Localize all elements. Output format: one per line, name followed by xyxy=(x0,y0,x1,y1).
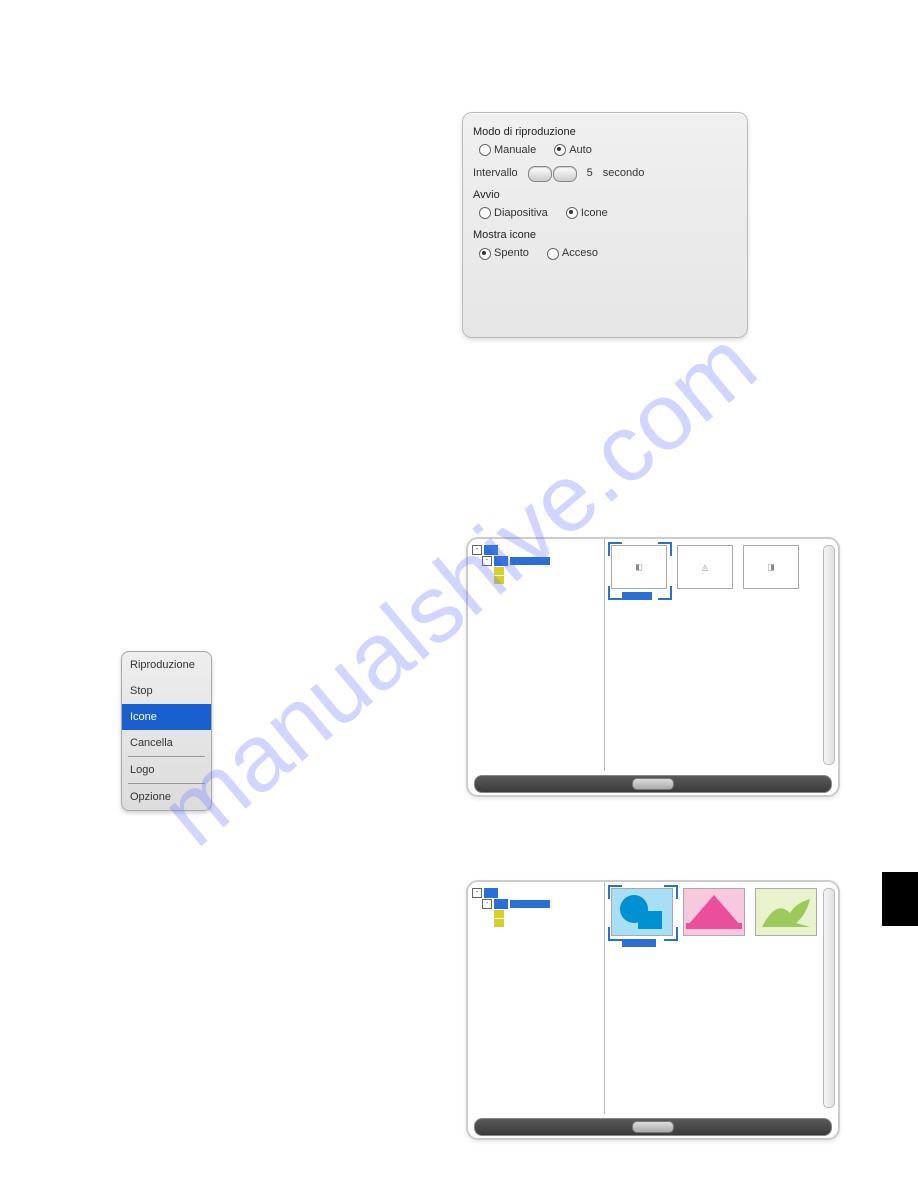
tree-collapse-icon[interactable]: - xyxy=(482,899,492,909)
context-menu: Riproduzione Stop Icone Cancella Logo Op… xyxy=(121,651,212,811)
radio-manual-label: Manuale xyxy=(494,143,536,157)
vertical-scrollbar[interactable] xyxy=(823,888,835,1108)
file-icon xyxy=(494,567,504,575)
scroll-thumb[interactable] xyxy=(632,778,674,790)
placeholder-glyph-icon: ◧ xyxy=(635,563,643,572)
interval-label: Intervallo xyxy=(473,166,518,180)
folder-label-bar xyxy=(510,557,550,565)
radio-manual[interactable]: Manuale xyxy=(479,143,536,157)
radio-on-icon xyxy=(554,144,566,156)
file-icon xyxy=(494,576,504,584)
file-browser-placeholder: - - ◧ ◬ ◨ xyxy=(466,537,840,797)
start-title: Avvio xyxy=(473,188,737,202)
radio-off-icon xyxy=(479,207,491,219)
horizontal-scrollbar[interactable] xyxy=(474,1118,832,1136)
shape-bird-icon xyxy=(756,889,816,935)
radio-slide-label: Diapositiva xyxy=(494,206,548,220)
scroll-thumb[interactable] xyxy=(632,1121,674,1133)
tree-pane: - - xyxy=(468,882,605,1114)
file-icon xyxy=(494,910,504,918)
spin-down-button[interactable] xyxy=(528,166,552,182)
radio-auto[interactable]: Auto xyxy=(554,143,592,157)
radio-off-label: Spento xyxy=(494,246,529,260)
menu-item-logo[interactable]: Logo xyxy=(122,757,211,783)
placeholder-glyph-icon: ◬ xyxy=(702,563,708,572)
folder-label-bar xyxy=(510,900,550,908)
menu-item-delete[interactable]: Cancella xyxy=(122,730,211,756)
thumbnail-item[interactable] xyxy=(611,888,673,936)
document-page: manualshive.com Modo di riproduzione Man… xyxy=(0,0,918,1188)
menu-item-stop[interactable]: Stop xyxy=(122,678,211,704)
vertical-scrollbar[interactable] xyxy=(823,545,835,765)
menu-item-option[interactable]: Opzione xyxy=(122,784,211,810)
thumbs-pane: ◧ ◬ ◨ xyxy=(605,539,838,771)
radio-off-icon xyxy=(547,248,559,260)
playback-mode-title: Modo di riproduzione xyxy=(473,125,737,139)
placeholder-glyph-icon: ◨ xyxy=(767,563,775,572)
tree-collapse-icon[interactable]: - xyxy=(472,545,482,555)
radio-auto-label: Auto xyxy=(569,143,592,157)
thumbs-pane xyxy=(605,882,838,1114)
radio-on[interactable]: Acceso xyxy=(547,246,598,260)
file-browser-shapes: - - xyxy=(466,880,840,1140)
folder-icon xyxy=(494,899,508,909)
radio-on-icon xyxy=(479,248,491,260)
spin-up-button[interactable] xyxy=(553,166,577,182)
tree-collapse-icon[interactable]: - xyxy=(472,888,482,898)
thumb-label-bar xyxy=(622,939,656,947)
folder-icon xyxy=(494,556,508,566)
playback-mode-row: Manuale Auto xyxy=(479,143,737,157)
page-side-tab xyxy=(882,872,918,926)
thumbnail-item[interactable]: ◨ xyxy=(743,545,799,589)
radio-on-label: Acceso xyxy=(562,246,598,260)
interval-row: Intervallo 5 secondo xyxy=(473,166,737,182)
folder-icon xyxy=(484,888,498,898)
settings-panel: Modo di riproduzione Manuale Auto Interv… xyxy=(462,112,748,338)
start-row: Diapositiva Icone xyxy=(479,206,737,220)
thumbnail-item[interactable] xyxy=(683,888,745,936)
file-icon xyxy=(494,919,504,927)
menu-item-icons[interactable]: Icone xyxy=(122,704,211,730)
interval-unit: secondo xyxy=(603,166,645,180)
shape-triangle-icon xyxy=(684,889,744,935)
radio-icons[interactable]: Icone xyxy=(566,206,608,220)
radio-slide[interactable]: Diapositiva xyxy=(479,206,548,220)
radio-icons-label: Icone xyxy=(581,206,608,220)
horizontal-scrollbar[interactable] xyxy=(474,775,832,793)
interval-value: 5 xyxy=(587,166,593,180)
shape-circle-square-icon xyxy=(612,889,672,935)
radio-off[interactable]: Spento xyxy=(479,246,529,260)
show-icons-row: Spento Acceso xyxy=(479,246,737,260)
radio-on-icon xyxy=(566,207,578,219)
tree-collapse-icon[interactable]: - xyxy=(482,556,492,566)
thumb-label-bar xyxy=(622,592,652,600)
menu-item-play[interactable]: Riproduzione xyxy=(122,652,211,678)
thumbnail-item[interactable] xyxy=(755,888,817,936)
show-icons-title: Mostra icone xyxy=(473,228,737,242)
thumbnail-item[interactable]: ◧ xyxy=(611,545,667,589)
radio-off-icon xyxy=(479,144,491,156)
tree-pane: - - xyxy=(468,539,605,771)
folder-icon xyxy=(484,545,498,555)
thumbnail-item[interactable]: ◬ xyxy=(677,545,733,589)
